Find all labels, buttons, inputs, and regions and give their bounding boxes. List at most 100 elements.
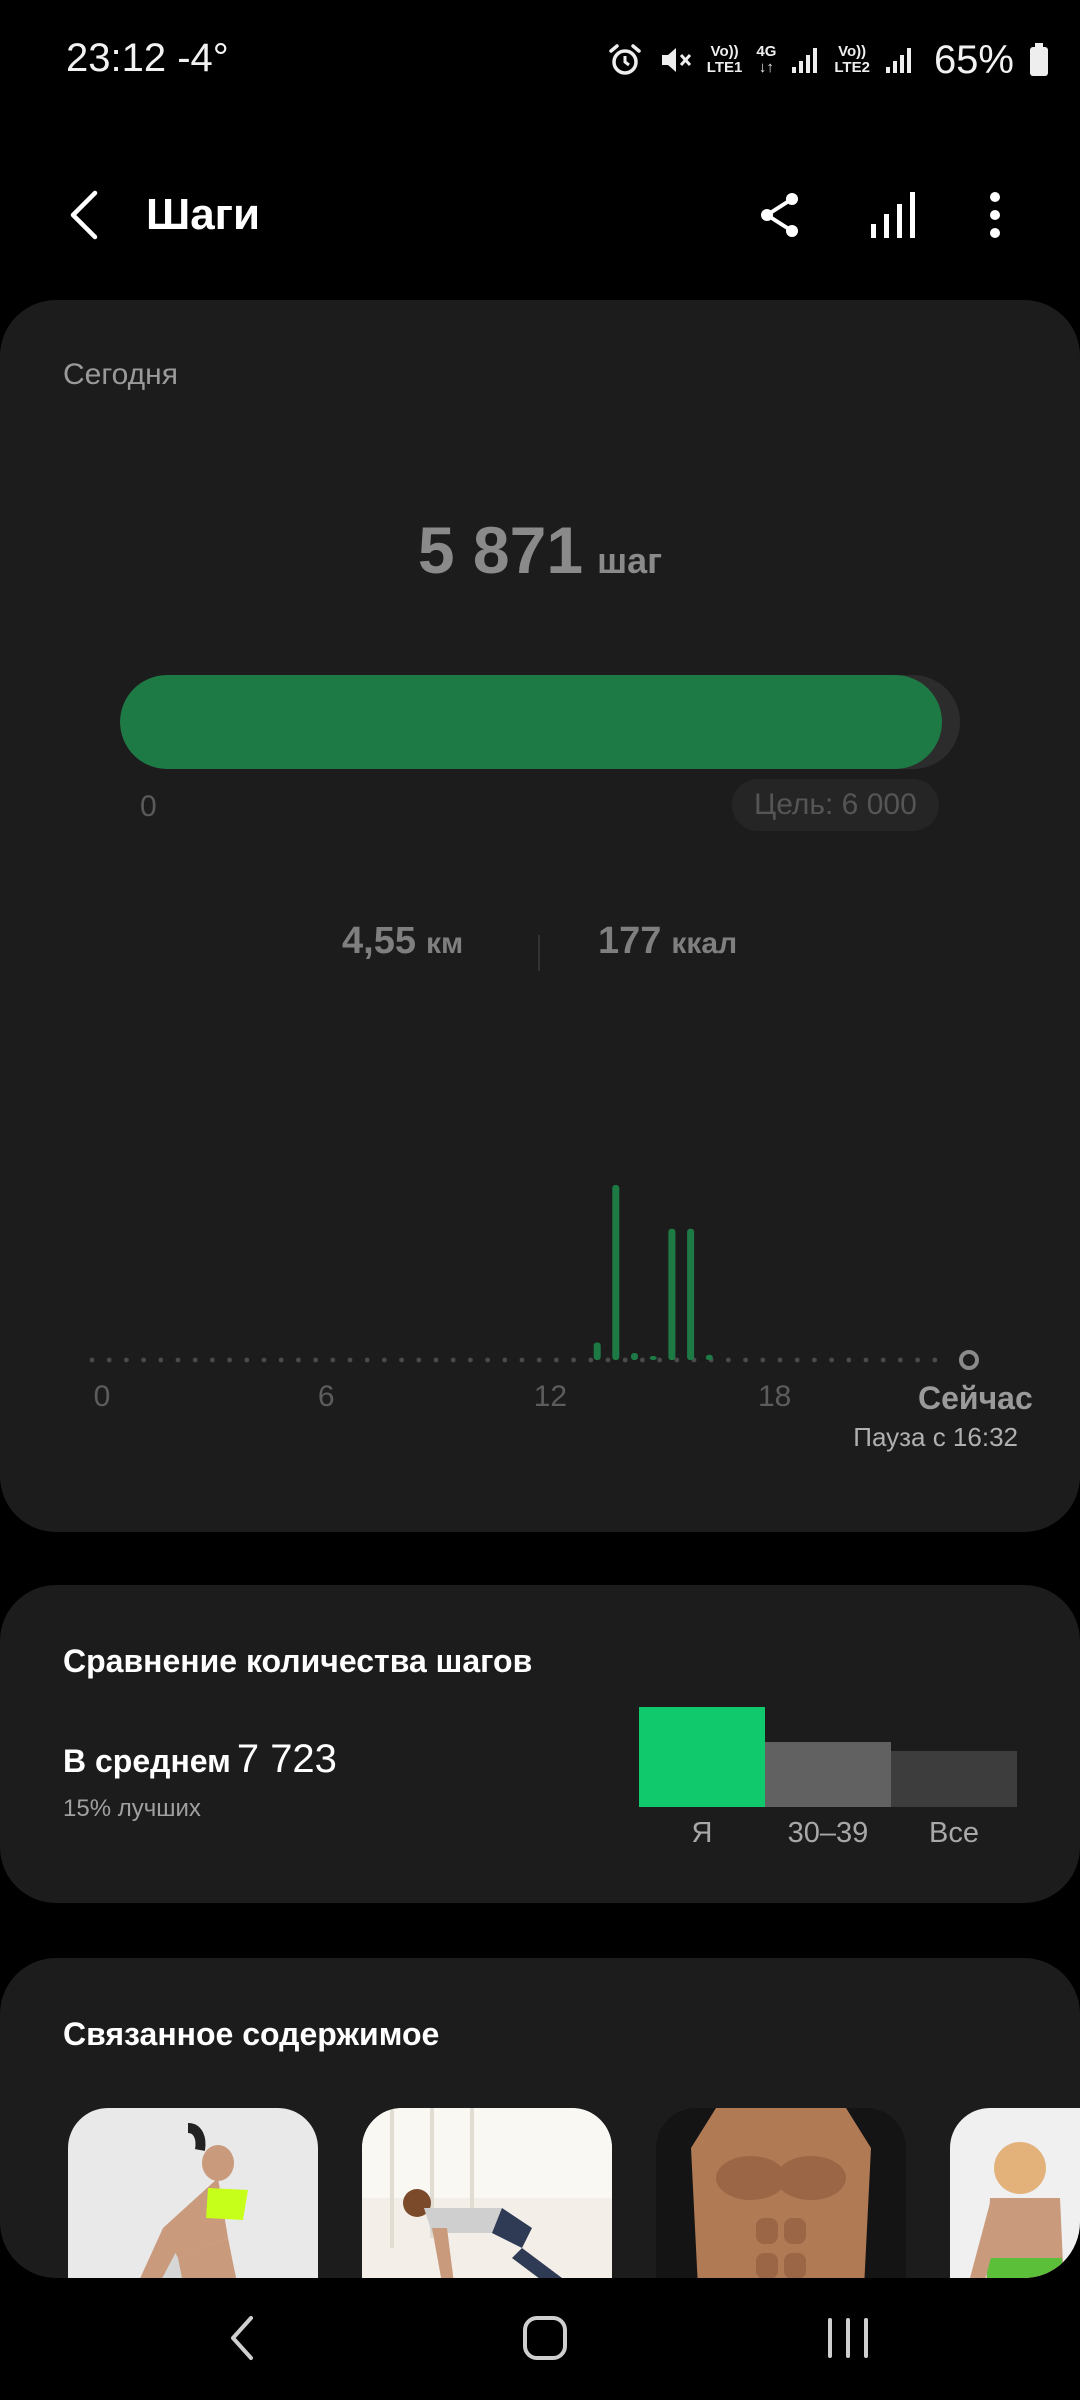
baseline-dot <box>605 1357 611 1363</box>
share-button[interactable] <box>745 180 815 250</box>
chart-bar <box>687 1228 695 1361</box>
baseline-dot <box>416 1357 422 1363</box>
pause-status: Пауза с 16:32 <box>853 1422 1018 1452</box>
related-content-card: Связанное содержимое <box>0 1958 1080 2278</box>
average-label: В среднем <box>63 1743 231 1779</box>
nav-recents-icon <box>828 2318 868 2358</box>
related-thumbnail-abs[interactable] <box>656 2108 906 2278</box>
baseline-dot <box>244 1357 250 1363</box>
baseline-dot <box>777 1357 783 1363</box>
status-bar: 23:12 -4° Vo)) LTE1 4G ↓↑ Vo)) LTE2 65% <box>0 0 1080 120</box>
chart-bar <box>649 1356 657 1360</box>
baseline-dot <box>296 1357 301 1363</box>
comparison-bar-all <box>891 1751 1017 1807</box>
nav-recents-button[interactable] <box>798 2298 898 2378</box>
baseline-dot <box>898 1357 903 1363</box>
baseline-dot <box>726 1357 731 1363</box>
baseline-dot <box>192 1357 198 1363</box>
baseline-dot <box>89 1357 95 1363</box>
related-content-title: Связанное содержимое <box>63 2016 440 2052</box>
steps-count: 5 871 шаг <box>0 512 1080 588</box>
percentile-text: 15% лучших <box>63 1795 201 1822</box>
comparison-title: Сравнение количества шагов <box>63 1643 533 1679</box>
sim1-indicator: Vo)) LTE1 <box>706 43 743 76</box>
battery-icon <box>1028 42 1050 78</box>
chart-plot <box>89 1185 979 1370</box>
baseline-dot <box>743 1357 748 1363</box>
baseline-dot <box>278 1357 284 1363</box>
x-now-label: Сейчас <box>918 1380 1033 1416</box>
status-icons: Vo)) LTE1 4G ↓↑ Vo)) LTE2 65% <box>607 30 1050 90</box>
baseline-dot <box>175 1357 181 1363</box>
baseline-dot <box>622 1357 628 1363</box>
baseline-dot <box>227 1357 233 1363</box>
comparison-bar-label: 30–39 <box>787 1817 869 1849</box>
baseline-dot <box>760 1357 766 1363</box>
back-button[interactable] <box>50 180 120 250</box>
baseline-dot <box>330 1357 336 1363</box>
baseline-dot <box>382 1357 387 1363</box>
steps-progress-fill <box>120 675 942 769</box>
nav-home-button[interactable] <box>495 2298 595 2378</box>
workout-image <box>362 2108 612 2278</box>
steps-unit: шаг <box>597 540 663 581</box>
comparison-bar-label: Все <box>929 1817 979 1849</box>
baseline-dot <box>210 1357 215 1363</box>
goal-badge[interactable]: Цель: 6 000 <box>732 779 939 831</box>
baseline-dot <box>141 1357 147 1363</box>
baseline-dot <box>399 1357 404 1363</box>
baseline-dot <box>485 1357 490 1363</box>
trends-button[interactable] <box>858 180 928 250</box>
baseline-dot <box>502 1357 508 1363</box>
page-title: Шаги <box>146 190 261 239</box>
baseline-dot <box>450 1357 456 1363</box>
baseline-dot <box>657 1357 662 1363</box>
baseline-dot <box>571 1357 576 1363</box>
baseline-dot <box>468 1357 473 1363</box>
signal-icon <box>884 45 914 75</box>
distance-unit: км <box>425 927 464 960</box>
hourly-steps-chart: 0 6 12 18 Сейчас <box>0 1060 1080 1420</box>
distance-value: 4,55 <box>342 920 416 962</box>
app-bar: Шаги <box>0 160 1080 270</box>
baseline-dot <box>554 1357 559 1363</box>
chart-bar <box>612 1185 620 1360</box>
baseline-dot <box>880 1357 886 1363</box>
steps-value: 5 871 <box>417 513 584 587</box>
nav-back-button[interactable] <box>192 2298 292 2378</box>
chart-bar <box>631 1353 638 1360</box>
share-icon <box>761 193 798 237</box>
calories-metric: 177 ккал <box>598 920 737 963</box>
today-card[interactable]: Сегодня 5 871 шаг 0 Цель: 6 000 4,55 км 17… <box>0 300 1080 1532</box>
baseline-dot <box>863 1357 869 1363</box>
baseline-dot <box>106 1357 112 1363</box>
workout-image <box>68 2108 318 2278</box>
baseline-dot <box>364 1357 370 1363</box>
progress-start-label: 0 <box>140 790 157 823</box>
now-marker <box>959 1350 979 1370</box>
steps-progress-bar <box>120 675 960 769</box>
chart-bar <box>593 1342 601 1360</box>
chart-bar <box>668 1228 676 1361</box>
related-thumbnail-stretch[interactable] <box>68 2108 318 2278</box>
steps-comparison-card[interactable]: Сравнение количества шагов В среднем 7 72… <box>0 1585 1080 1903</box>
chart-bar <box>705 1354 713 1361</box>
baseline-dot <box>812 1357 817 1363</box>
today-label: Сегодня <box>63 358 178 391</box>
related-thumbnail-woman[interactable] <box>950 2108 1080 2278</box>
related-thumbnail-lunge[interactable] <box>362 2108 612 2278</box>
baseline-dot <box>519 1357 525 1363</box>
battery-percent: 65% <box>933 37 1014 82</box>
comparison-bar-age-group <box>765 1742 891 1807</box>
baseline-dot <box>124 1357 129 1363</box>
baseline-dot <box>347 1357 353 1363</box>
comparison-bar-label: Я <box>691 1817 713 1849</box>
baseline-dot <box>846 1357 852 1363</box>
baseline-dot <box>433 1357 439 1363</box>
bar-chart-icon <box>871 192 915 238</box>
comparison-bar-me <box>639 1707 765 1807</box>
alarm-icon <box>607 42 643 78</box>
more-options-button[interactable] <box>960 180 1030 250</box>
baseline-dot <box>915 1357 920 1363</box>
x-tick-label: 18 <box>758 1380 792 1413</box>
